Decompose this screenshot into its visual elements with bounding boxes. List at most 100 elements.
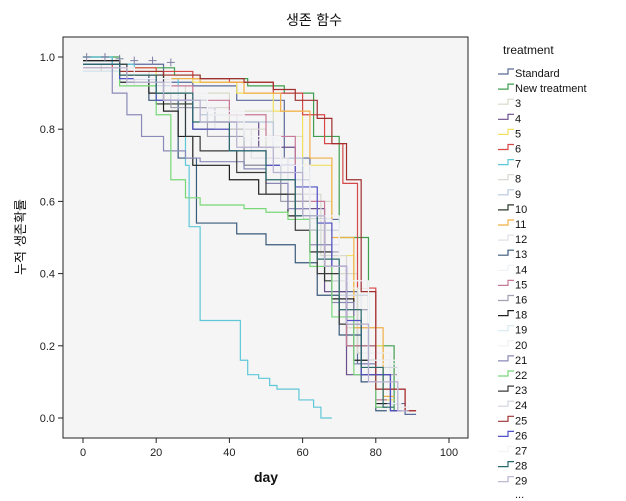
legend-item: 4 (498, 113, 521, 125)
legend-item: 15 (498, 279, 527, 291)
y-tick-label: 0.6 (40, 196, 55, 208)
legend-label: 14 (515, 264, 527, 276)
legend: treatment Standard New treatment 3 4 5 6 7 8 9 10… (498, 43, 587, 501)
legend-label: 24 (515, 400, 527, 412)
legend-label: 27 (515, 446, 527, 458)
legend-swatch-icon (498, 113, 514, 120)
legend-swatch-icon (498, 249, 514, 256)
legend-swatch-icon (498, 83, 514, 90)
legend-swatch-icon (498, 128, 514, 135)
x-tick-label: 80 (370, 447, 382, 459)
legend-item: New treatment (498, 83, 587, 95)
legend-item: 28 (498, 461, 527, 473)
legend-item: 26 (498, 430, 527, 442)
legend-swatch-icon (498, 415, 514, 422)
legend-item: 9 (498, 189, 521, 201)
legend-item: 13 (498, 249, 527, 261)
legend-swatch-icon (498, 476, 514, 483)
x-tick-label: 100 (440, 447, 458, 459)
legend-label: 15 (515, 279, 527, 291)
legend-swatch-icon (498, 279, 514, 286)
legend-item: 12 (498, 234, 527, 246)
legend-item: 24 (498, 400, 527, 412)
x-tick-label: 20 (150, 447, 162, 459)
legend-label: 19 (515, 325, 527, 337)
legend-item: 27 (498, 446, 527, 458)
legend-item: 11 (498, 219, 526, 231)
legend-swatch-icon (498, 159, 514, 166)
legend-swatch-icon (498, 340, 514, 347)
legend-item: 3 (498, 98, 521, 110)
legend-swatch-icon (498, 234, 514, 241)
legend-item: 10 (498, 204, 527, 216)
chart-title: 생존 함수 (286, 13, 342, 29)
legend-label: 28 (515, 461, 527, 473)
legend-swatch-icon (498, 370, 514, 377)
legend-label: 5 (515, 128, 521, 140)
legend-label: New treatment (515, 83, 587, 95)
x-tick-label: 40 (223, 447, 235, 459)
legend-label: 21 (515, 355, 527, 367)
legend-label: 16 (515, 295, 527, 307)
legend-swatch-icon (498, 174, 514, 181)
legend-label: 22 (515, 370, 527, 382)
legend-item: 16 (498, 295, 527, 307)
legend-label: 13 (515, 249, 527, 261)
legend-item: 21 (498, 355, 527, 367)
x-axis-title: day (254, 469, 278, 485)
survival-chart: 생존 함수 0 20 40 60 80 100 0.0 0.2 0.4 0.6 0.8 1.0 da… (14, 13, 587, 501)
legend-swatch-icon (498, 294, 514, 302)
legend-item: 22 (498, 370, 527, 382)
legend-swatch-icon (498, 461, 514, 468)
legend-label: 18 (515, 310, 527, 322)
legend-item: 14 (498, 264, 527, 276)
legend-swatch-icon (498, 68, 514, 75)
legend-swatch-icon (498, 430, 514, 437)
legend-item: 23 (498, 385, 527, 397)
legend-item: 18 (498, 310, 527, 322)
legend-swatch-icon (498, 189, 514, 196)
legend-label: 3 (515, 98, 521, 110)
legend-item: 25 (498, 415, 527, 427)
legend-swatch-icon (498, 310, 514, 317)
y-tick-label: 0.8 (40, 124, 55, 136)
legend-label: 12 (515, 234, 527, 246)
legend-label: 20 (515, 340, 527, 352)
x-tick-label: 0 (80, 447, 86, 459)
legend-swatch-icon (498, 325, 514, 332)
legend-label: 6 (515, 144, 521, 156)
legend-swatch-icon (498, 264, 514, 271)
legend-title: treatment (503, 43, 554, 57)
legend-swatch-icon (498, 219, 514, 226)
y-tick-label: 0.2 (40, 341, 55, 353)
x-axis: 0 20 40 60 80 100 (80, 438, 458, 459)
legend-label: 4 (515, 113, 521, 125)
legend-label: Standard (515, 68, 560, 80)
legend-label: 8 (515, 174, 521, 186)
legend-overflow: ... (515, 489, 524, 501)
legend-swatch-icon (498, 445, 514, 453)
legend-label: 23 (515, 385, 527, 397)
legend-item: 8 (498, 174, 521, 186)
x-tick-label: 60 (296, 447, 308, 459)
legend-label: 29 (515, 476, 527, 488)
legend-label: 25 (515, 415, 527, 427)
legend-label: 11 (515, 219, 526, 231)
legend-item: 5 (498, 128, 521, 140)
legend-item: 19 (498, 325, 527, 337)
legend-item: 6 (498, 144, 521, 156)
y-tick-label: 0.4 (40, 269, 55, 281)
legend-item: 29 (498, 476, 527, 488)
y-tick-label: 1.0 (40, 52, 55, 64)
y-axis: 0.0 0.2 0.4 0.6 0.8 1.0 (40, 52, 63, 425)
legend-label: 9 (515, 189, 521, 201)
y-axis-title: 누적 생존확률 (14, 199, 29, 275)
y-tick-label: 0.0 (40, 413, 55, 425)
legend-swatch-icon (498, 385, 514, 392)
legend-item: 7 (498, 159, 521, 171)
legend-label: 10 (515, 204, 527, 216)
legend-swatch-icon (498, 400, 514, 407)
legend-label: 26 (515, 430, 527, 442)
legend-swatch-icon (498, 204, 514, 211)
legend-label: 7 (515, 159, 521, 171)
